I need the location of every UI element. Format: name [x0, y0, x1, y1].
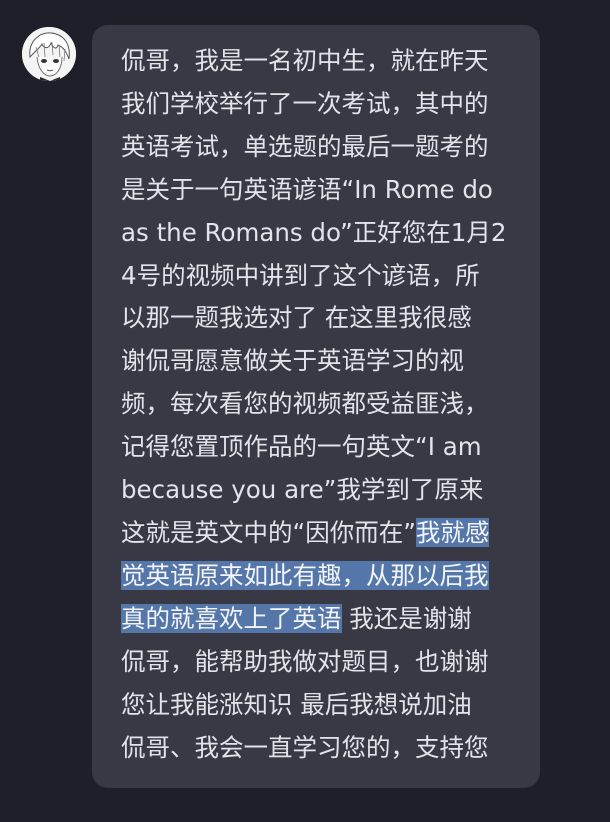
- message-segment: 我们学校举行了一次考试，其中的: [121, 88, 489, 118]
- message-line: because you are”我学到了原来: [121, 469, 516, 512]
- message-segment: 频，每次看您的视频都受益匪浅，: [121, 389, 489, 419]
- message-segment: as the Romans do”正好您在1月2: [121, 217, 507, 247]
- message-segment: 英语考试，单选题的最后一题考的: [121, 131, 489, 161]
- message-segment: 我还是谢谢: [341, 603, 472, 633]
- message-segment: 您让我能涨知识 最后我想说加油: [121, 689, 472, 719]
- message-segment: 记得您置顶作品的一句英文“I am: [121, 432, 482, 462]
- selected-text: 我就感: [415, 517, 490, 547]
- message-segment: 侃哥，我是一名初中生，就在昨天: [121, 46, 489, 75]
- message-line: 侃哥，能帮助我做对题目，也谢谢: [121, 641, 516, 684]
- message-line: 英语考试，单选题的最后一题考的: [121, 126, 516, 169]
- message-line: 这就是英文中的“因你而在”我就感: [121, 512, 516, 555]
- message-segment: 侃哥，能帮助我做对题目，也谢谢: [121, 646, 489, 676]
- selected-text: 真的就喜欢上了英语: [121, 603, 342, 633]
- avatar[interactable]: [22, 27, 76, 81]
- message-line: 侃哥、我会一直学习您的，支持您: [121, 727, 516, 770]
- message-line: 觉英语原来如此有趣，从那以后我: [121, 555, 516, 598]
- selected-text: 觉英语原来如此有趣，从那以后我: [121, 560, 489, 590]
- message-line: 是关于一句英语谚语“In Rome do: [121, 169, 516, 212]
- avatar-illustration: [22, 27, 76, 81]
- message-segment: 是关于一句英语谚语“In Rome do: [121, 174, 493, 204]
- message-line: 您让我能涨知识 最后我想说加油: [121, 684, 516, 727]
- message-segment: 4号的视频中讲到了这个谚语，所: [121, 260, 480, 290]
- message-segment: 侃哥、我会一直学习您的，支持您: [121, 732, 489, 762]
- message-line: 以那一题我选对了 在这里我很感: [121, 297, 516, 340]
- message-line: as the Romans do”正好您在1月2: [121, 212, 516, 255]
- message-segment: because you are”我学到了原来: [121, 475, 484, 505]
- message-line: 4号的视频中讲到了这个谚语，所: [121, 255, 516, 298]
- chat-screen: 侃哥，我是一名初中生，就在昨天 我们学校举行了一次考试，其中的 英语考试，单选题的最…: [0, 0, 610, 822]
- message-line: 记得您置顶作品的一句英文“I am: [121, 426, 516, 469]
- message-line: 真的就喜欢上了英语 我还是谢谢: [121, 598, 516, 641]
- message-segment: 谢侃哥愿意做关于英语学习的视: [121, 346, 464, 376]
- message-segment: 这就是英文中的“因你而在”: [121, 517, 416, 547]
- message-line: 谢侃哥愿意做关于英语学习的视: [121, 340, 516, 383]
- message-line: 侃哥，我是一名初中生，就在昨天: [121, 40, 516, 83]
- message-text: 侃哥，我是一名初中生，就在昨天 我们学校举行了一次考试，其中的 英语考试，单选题的最…: [121, 40, 516, 769]
- message-segment: 以那一题我选对了 在这里我很感: [121, 303, 472, 333]
- message-line: 我们学校举行了一次考试，其中的: [121, 83, 516, 126]
- message-line: 频，每次看您的视频都受益匪浅，: [121, 383, 516, 426]
